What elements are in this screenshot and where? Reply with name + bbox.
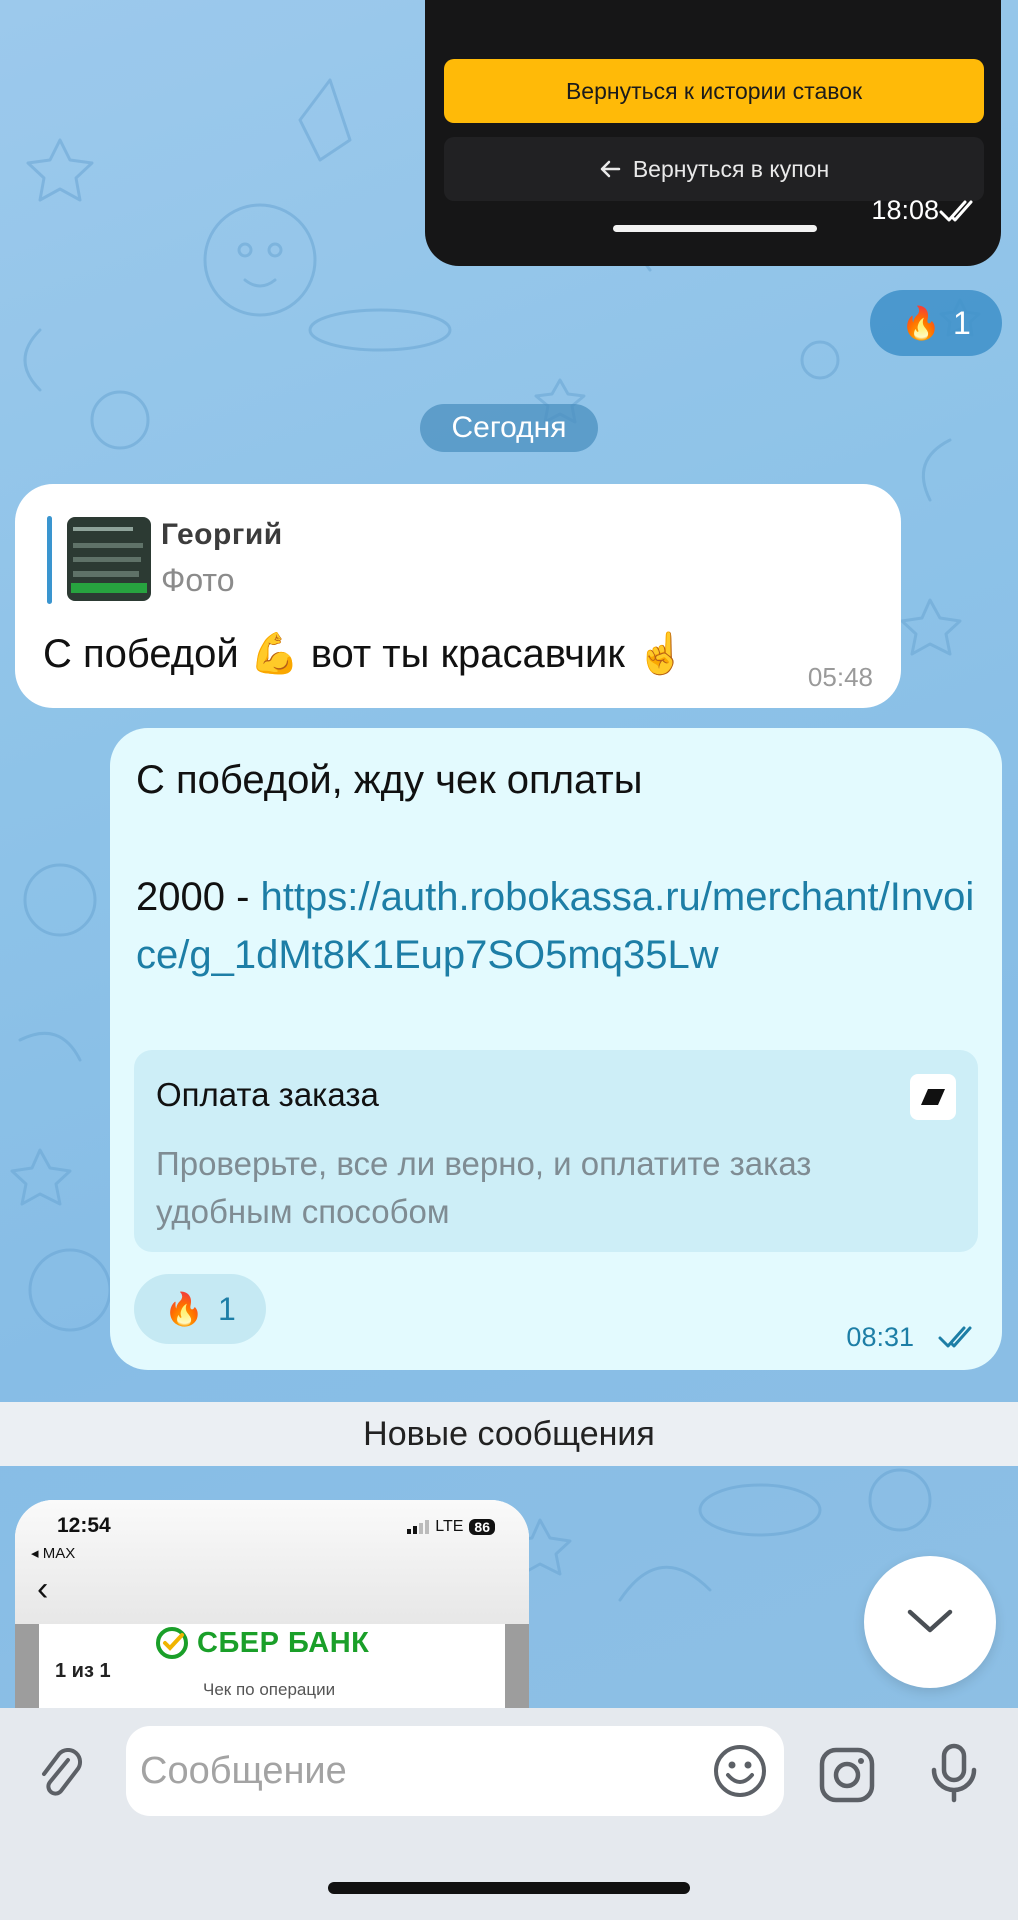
- reaction-count: 1: [953, 304, 971, 341]
- double-check-icon: [938, 1326, 972, 1348]
- outgoing-message-bubble[interactable]: С победой, жду чек оплаты 2000 - https:/…: [110, 728, 1002, 1370]
- fire-emoji: 🔥: [901, 305, 942, 341]
- date-label: Сегодня: [451, 411, 567, 444]
- message-payment-line: 2000 - https://auth.robokassa.ru/merchan…: [136, 868, 976, 984]
- message-time: 08:31: [846, 1322, 914, 1352]
- message-text: С победой, жду чек оплаты: [136, 758, 643, 802]
- microphone-icon[interactable]: [928, 1742, 980, 1804]
- preview-title: Оплата заказа: [156, 1076, 379, 1113]
- instagram-camera-icon[interactable]: [818, 1746, 876, 1804]
- message-time: 05:48: [807, 662, 873, 692]
- forwarded-screenshot-bubble[interactable]: Вернуться к истории ставок Вернуться в к…: [425, 0, 1001, 266]
- screenshot-clock: 12:54: [57, 1514, 111, 1537]
- fire-emoji: 🔥: [164, 1291, 205, 1327]
- scroll-to-bottom-button[interactable]: [864, 1556, 996, 1688]
- home-indicator-screenshot: [613, 225, 817, 232]
- arrow-left-icon: [600, 160, 621, 178]
- signal-icon: [407, 1520, 430, 1534]
- reaction-count: 1: [218, 1290, 236, 1327]
- back-to-bet-history-button: Вернуться к истории ставок: [444, 59, 984, 123]
- emoji-icon[interactable]: [712, 1743, 768, 1799]
- back-to-bet-history-label: Вернуться к истории ставок: [565, 77, 863, 104]
- chevron-down-icon: [907, 1609, 953, 1633]
- home-indicator: [328, 1882, 690, 1894]
- new-messages-divider: Новые сообщения: [0, 1402, 1018, 1466]
- payment-amount: 2000 -: [136, 875, 261, 919]
- new-messages-label: Новые сообщения: [363, 1414, 655, 1453]
- payment-link[interactable]: https://auth.robokassa.ru/merchant/Invoi…: [136, 875, 974, 977]
- reaction-fire[interactable]: 🔥 1: [870, 290, 1002, 356]
- back-to-coupon-label: Вернуться в купон: [632, 155, 830, 182]
- robokassa-logo-icon: [910, 1074, 956, 1120]
- paperclip-icon[interactable]: [38, 1748, 84, 1802]
- reply-sender-name: Георгий: [161, 518, 283, 551]
- receipt-label: Чек по операции: [203, 1680, 336, 1699]
- double-check-icon: [939, 200, 973, 222]
- link-preview-card[interactable]: Оплата заказа Проверьте, все ли верно, и…: [134, 1050, 978, 1252]
- message-input[interactable]: [140, 1726, 680, 1816]
- reply-bar: [47, 516, 52, 604]
- screenshot-status-icons: LTE 86: [407, 1518, 495, 1536]
- page-counter: 1 из 1: [55, 1660, 111, 1682]
- date-separator: Сегодня: [420, 404, 598, 452]
- message-input-field[interactable]: [126, 1726, 784, 1816]
- incoming-message-bubble[interactable]: Георгий Фото С победой 💪 вот ты красавчи…: [15, 484, 901, 708]
- message-time: 18:08: [871, 195, 939, 225]
- battery-level: 86: [469, 1519, 495, 1535]
- message-text: С победой 💪 вот ты красавчик ☝️: [43, 632, 686, 676]
- sber-check-icon: [156, 1627, 188, 1659]
- reaction-fire[interactable]: 🔥 1: [134, 1274, 266, 1344]
- network-type: LTE: [435, 1518, 464, 1535]
- screenshot-back-app: ◂ MAX: [31, 1545, 76, 1562]
- reply-media-type: Фото: [161, 562, 235, 598]
- chevron-left-icon: ‹: [37, 1570, 49, 1608]
- reply-photo-thumbnail: [67, 517, 151, 601]
- preview-description: Проверьте, все ли верно, и оплатите зака…: [156, 1145, 812, 1230]
- bank-name: СБЕР БАНК: [197, 1626, 370, 1659]
- back-to-coupon-button: Вернуться в купон: [444, 137, 984, 201]
- sber-logo: СБЕР БАНК: [155, 1626, 369, 1660]
